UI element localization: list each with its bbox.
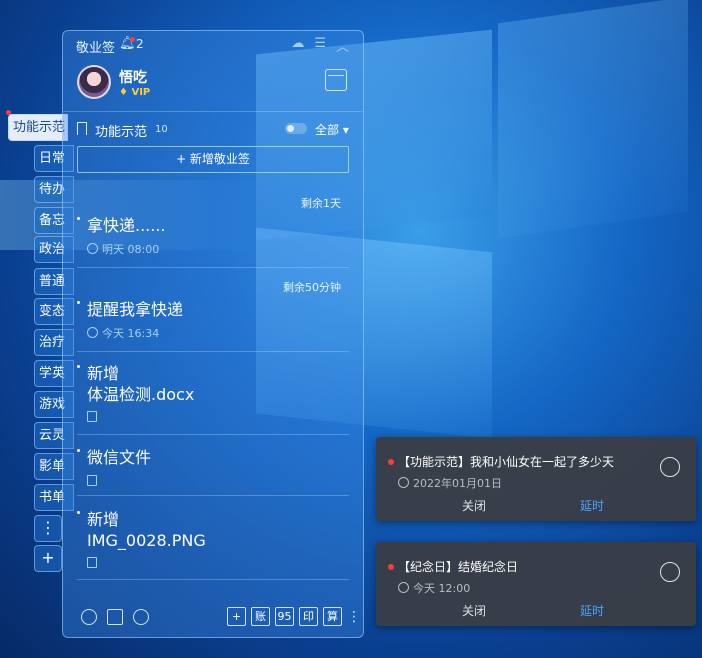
- note-bullet: [77, 449, 80, 452]
- bottom-left-icons: [81, 609, 149, 625]
- category-title: 功能示范: [95, 125, 148, 140]
- app-name: 敬业签: [76, 41, 116, 56]
- note-remaining: 剩余50分钟: [283, 281, 341, 294]
- toast-dot: [388, 459, 394, 465]
- notification-count: 2: [136, 37, 144, 51]
- show-toggle[interactable]: [285, 123, 307, 134]
- note-title: 微信文件: [87, 448, 152, 467]
- note-title-line2: IMG_0028.PNG: [87, 531, 206, 550]
- profile: 悟吃 ♦ VIP: [63, 61, 363, 113]
- note-bullet: [77, 301, 80, 304]
- main-panel: 敬业签 🔔︎ 2 ☁ ☰ ︿ 悟吃 ♦ VIP 功能示范 10 全部 ▾ + 新…: [62, 30, 364, 638]
- note-bullet: [77, 511, 80, 514]
- menu-icon[interactable]: ☰: [314, 36, 326, 55]
- note-separator: [77, 579, 349, 580]
- bookmark-icon: [77, 122, 87, 135]
- note-time: 明天 08:00: [102, 243, 160, 256]
- vip-label: VIP: [131, 87, 151, 98]
- history-clock-icon[interactable]: [81, 609, 97, 625]
- note-separator: [77, 267, 349, 268]
- note-item[interactable]: 新增 IMG_0028.PNG: [63, 507, 363, 577]
- note-item[interactable]: 微信文件: [63, 445, 363, 495]
- search-icon[interactable]: [133, 609, 149, 625]
- clock-icon: [398, 477, 409, 488]
- note-title: 提醒我拿快递: [87, 300, 184, 319]
- note-title-line2: 体温检测.docx: [87, 385, 195, 404]
- note-title: 拿快递......: [87, 216, 166, 235]
- add-key-button[interactable]: +: [227, 607, 246, 626]
- clock-icon: [87, 243, 98, 254]
- calendar-icon[interactable]: [325, 69, 347, 91]
- collapse-icon[interactable]: ︿: [336, 36, 349, 55]
- note-bullet: [77, 365, 80, 368]
- more-options-icon[interactable]: ⋮: [347, 609, 361, 625]
- category-tab-0[interactable]: 功能示范: [8, 114, 68, 141]
- note-meta: 明天 08:00: [87, 241, 159, 257]
- category-count: 10: [155, 124, 168, 135]
- note-separator: [77, 495, 349, 496]
- toast-title: 【纪念日】结婚纪念日: [398, 560, 519, 574]
- titlebar-actions: ☁ ☰ ︿: [291, 36, 349, 55]
- file-icon: [87, 411, 97, 422]
- avatar[interactable]: [77, 65, 111, 99]
- note-bullet: [77, 217, 80, 220]
- toast-date: 今天 12:00: [413, 582, 471, 595]
- ledger-button[interactable]: 账: [251, 607, 270, 626]
- file-icon: [87, 475, 97, 486]
- quick-95-button[interactable]: 95: [275, 607, 294, 626]
- add-category-button[interactable]: +: [34, 545, 62, 572]
- note-title-line1: 新增: [87, 364, 120, 383]
- add-note-button[interactable]: + 新增敬业签: [77, 146, 349, 173]
- note-remaining: 剩余1天: [301, 197, 341, 210]
- toast-delay-button[interactable]: 延时: [580, 602, 604, 619]
- toast-close-button[interactable]: 关闭: [462, 602, 486, 619]
- filter-label: 全部: [315, 123, 340, 137]
- toast-meta: 今天 12:00: [398, 580, 470, 596]
- archive-box-icon[interactable]: [107, 609, 123, 625]
- titlebar: 敬业签 🔔︎ 2 ☁ ☰ ︿: [63, 31, 363, 59]
- note-item[interactable]: 新增 体温检测.docx: [63, 361, 363, 431]
- toast-date: 2022年01月01日: [413, 477, 502, 490]
- toast-title: 【功能示范】我和小仙女在一起了多少天: [398, 455, 615, 469]
- file-icon: [87, 557, 97, 568]
- filter-dropdown[interactable]: 全部 ▾: [315, 121, 349, 138]
- note-time: 今天 16:34: [102, 327, 160, 340]
- note-title-line1: 新增: [87, 510, 120, 529]
- calculator-button[interactable]: 算: [323, 607, 342, 626]
- note-item[interactable]: 剩余1天 拿快递...... 明天 08:00: [63, 191, 363, 271]
- toast-delay-button[interactable]: 延时: [580, 497, 604, 514]
- toast-dot: [388, 564, 394, 570]
- toast-complete-checkbox[interactable]: [660, 562, 680, 582]
- notification-dot: [130, 37, 135, 42]
- print-button[interactable]: 印: [299, 607, 318, 626]
- toast-close-button[interactable]: 关闭: [462, 497, 486, 514]
- toast-complete-checkbox[interactable]: [660, 457, 680, 477]
- note-separator: [77, 434, 349, 435]
- user-name: 悟吃: [119, 70, 147, 86]
- reminder-toast: 【功能示范】我和小仙女在一起了多少天 2022年01月01日 关闭 延时: [376, 437, 696, 521]
- more-categories-button[interactable]: ⋮: [34, 515, 62, 542]
- cloud-sync-icon[interactable]: ☁: [291, 36, 304, 55]
- toast-meta: 2022年01月01日: [398, 475, 502, 491]
- bottom-right-keys: + 账 95 印 算 ⋮: [227, 607, 361, 626]
- note-item[interactable]: 剩余50分钟 提醒我拿快递 今天 16:34: [63, 275, 363, 355]
- category-header: 功能示范 10 全部 ▾: [63, 119, 363, 141]
- reminder-toast: 【纪念日】结婚纪念日 今天 12:00 关闭 延时: [376, 542, 696, 626]
- note-separator: [77, 351, 349, 352]
- desktop-logo-pane-tr: [498, 0, 688, 239]
- note-meta: 今天 16:34: [87, 325, 159, 341]
- vip-badge: ♦ VIP: [119, 87, 151, 98]
- clock-icon: [87, 327, 98, 338]
- repeat-icon: [398, 582, 409, 593]
- bottom-toolbar: + 账 95 印 算 ⋮: [63, 599, 363, 637]
- profile-divider: [63, 111, 363, 112]
